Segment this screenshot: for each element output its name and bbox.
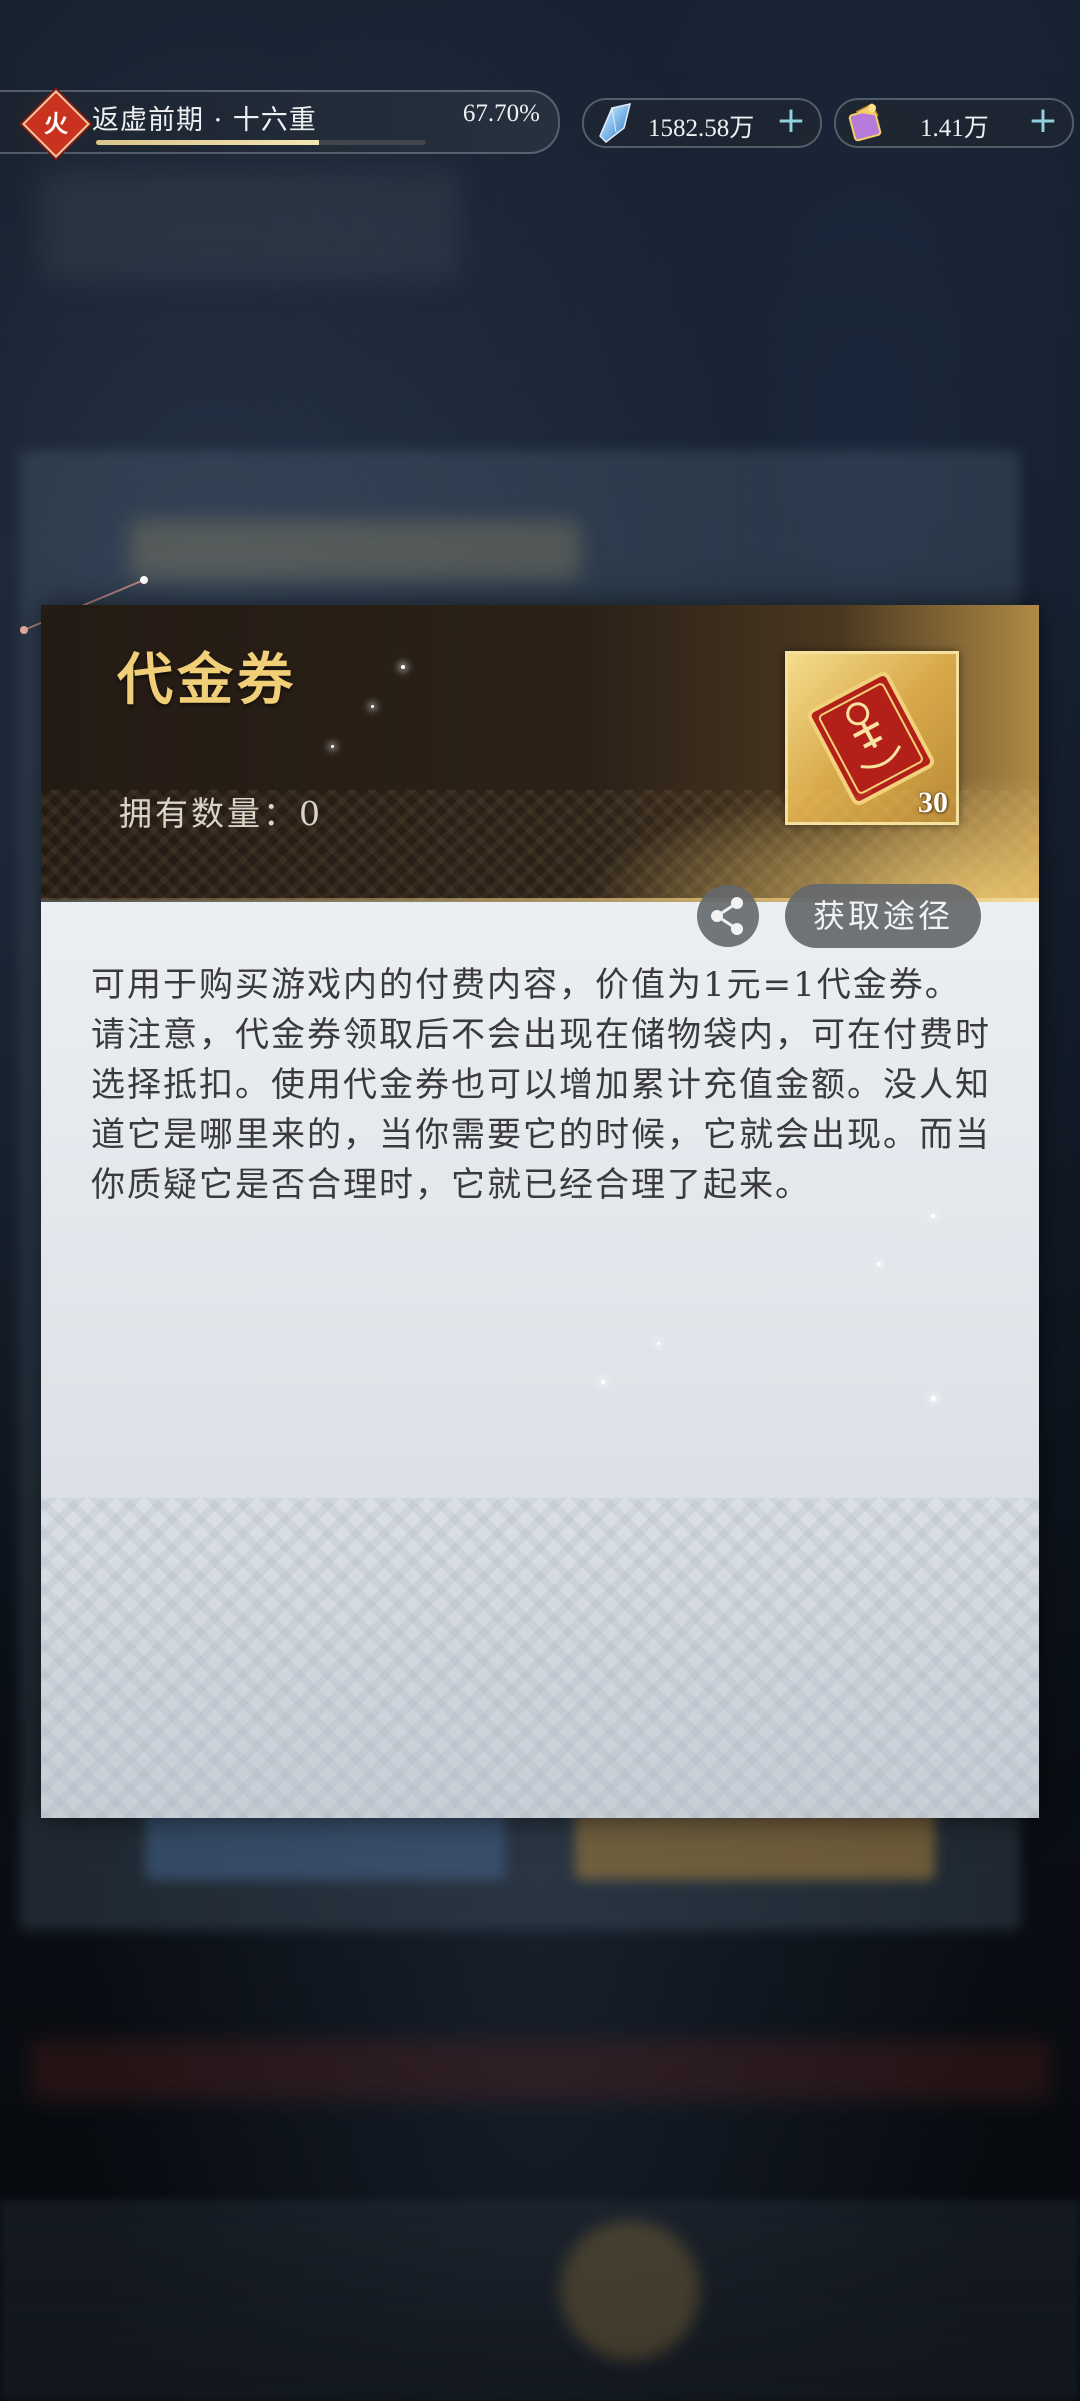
realm-progress-bar: [96, 140, 426, 145]
background-bottom-nav: [0, 2200, 1080, 2401]
voucher-ticket-icon: [807, 672, 935, 805]
sparkle: [877, 1262, 881, 1266]
item-description: 可用于购买游戏内的付费内容，价值为1元=1代金券。请注意，代金券领取后不会出现在…: [91, 965, 991, 1205]
fire-element-label: 火: [44, 109, 68, 138]
scroll-currency-counter[interactable]: 1.41万 +: [834, 98, 1074, 148]
acquire-source-button[interactable]: 获取途径: [785, 884, 981, 948]
spirit-stone-counter[interactable]: 1582.58万 +: [582, 98, 822, 148]
sparkle: [601, 1380, 605, 1384]
sparkle: [331, 745, 334, 748]
background-title-blur: [130, 520, 580, 580]
share-button[interactable]: [697, 885, 759, 947]
item-icon-frame: 30: [785, 651, 959, 825]
item-title: 代金券: [117, 647, 297, 713]
top-status-bar: 火 返虚前期 · 十六重 67.70% 1582.58万 + 1.41万 +: [0, 88, 1080, 158]
realm-progress-percent: 67.70%: [462, 100, 540, 127]
sparkle: [401, 665, 405, 669]
share-icon: [711, 897, 743, 935]
owned-quantity: 拥有数量：0: [119, 794, 323, 833]
item-dialog-body: 可用于购买游戏内的付费内容，价值为1元=1代金券。请注意，代金券领取后不会出现在…: [41, 902, 1039, 1818]
item-icon-count: 30: [918, 786, 948, 819]
add-scroll-currency-button[interactable]: +: [1028, 101, 1058, 141]
add-spirit-stone-button[interactable]: +: [776, 101, 806, 141]
realm-progress-fill: [96, 140, 320, 145]
scroll-currency-value: 1.41万: [920, 115, 989, 142]
background-blur-region: [40, 170, 460, 280]
scroll-icon: [848, 102, 882, 142]
background-row: [30, 2040, 1050, 2100]
item-dialog-header: 代金券 拥有数量：0 30: [41, 605, 1039, 900]
sparkle: [931, 1214, 935, 1218]
background-nav-center-button: [560, 2220, 700, 2360]
sparkle: [657, 1342, 660, 1345]
sparkle: [931, 1396, 936, 1401]
sparkle: [371, 705, 374, 708]
item-detail-dialog: 代金券 拥有数量：0 30 可用于购买游戏内的付费内容，价值为1元=1代金券。请…: [41, 605, 1039, 1818]
spirit-stone-icon: [599, 103, 632, 143]
cultivation-realm-panel[interactable]: 火 返虚前期 · 十六重 67.70%: [0, 90, 560, 158]
spirit-stone-value: 1582.58万: [648, 115, 755, 142]
realm-name: 返虚前期 · 十六重: [92, 105, 317, 136]
